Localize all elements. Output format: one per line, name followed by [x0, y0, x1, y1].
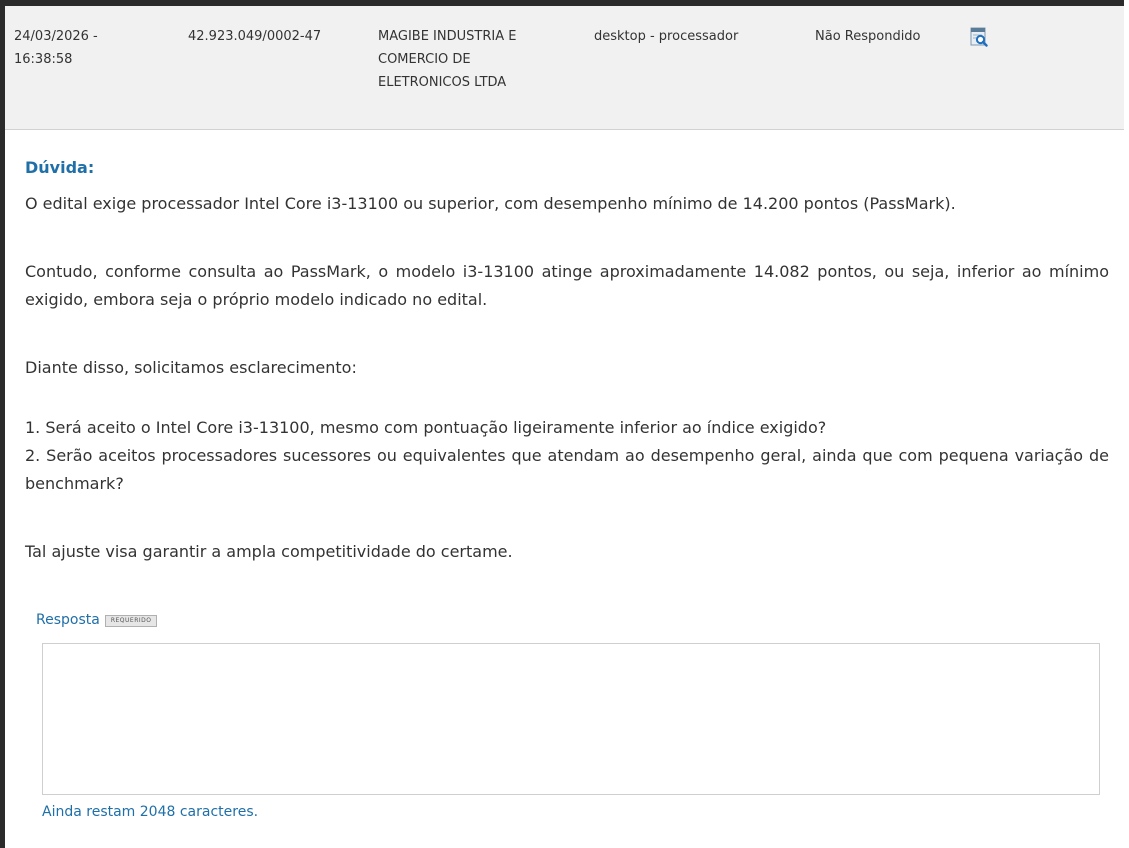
- response-textarea[interactable]: [42, 643, 1100, 795]
- date-text: 24/03/2026 -: [14, 29, 98, 44]
- company-name-line-3: ELETRONICOS LTDA: [378, 75, 507, 90]
- status-cell: Não Respondido: [815, 29, 921, 44]
- question-header-row: 24/03/2026 - 16:38:58 42.923.049/0002-47…: [5, 6, 1124, 130]
- date-cell: 24/03/2026 - 16:38:58: [14, 25, 144, 71]
- question-paragraph-closing: Tal ajuste visa garantir a ampla competi…: [25, 542, 513, 561]
- required-badge: REQUERIDO: [104, 615, 158, 627]
- question-title: Dúvida:: [25, 158, 95, 177]
- question-card: 24/03/2026 - 16:38:58 42.923.049/0002-47…: [0, 0, 1124, 848]
- cnpj-cell: 42.923.049/0002-47: [188, 29, 322, 44]
- response-label-row: Resposta REQUERIDO: [36, 612, 158, 628]
- question-item-2: 2. Serão aceitos processadores sucessore…: [25, 446, 1109, 493]
- item-cell: desktop - processador: [594, 29, 739, 44]
- time-text: 16:38:58: [14, 52, 73, 67]
- question-item-1: 1. Será aceito o Intel Core i3-13100, me…: [25, 418, 827, 437]
- company-cell: MAGIBE INDUSTRIA E COMERCIO DE ELETRONIC…: [378, 25, 568, 94]
- char-counter: Ainda restam 2048 caracteres.: [42, 804, 259, 820]
- view-details-icon[interactable]: [969, 27, 989, 47]
- question-paragraph-3: Diante disso, solicitamos esclarecimento…: [25, 358, 357, 377]
- response-label: Resposta: [36, 612, 100, 628]
- question-paragraph-1: O edital exige processador Intel Core i3…: [25, 194, 956, 213]
- company-name-line-1: MAGIBE INDUSTRIA E: [378, 29, 517, 44]
- question-paragraph-2: Contudo, conforme consulta ao PassMark, …: [25, 262, 1109, 309]
- company-name-line-2: COMERCIO DE: [378, 52, 471, 67]
